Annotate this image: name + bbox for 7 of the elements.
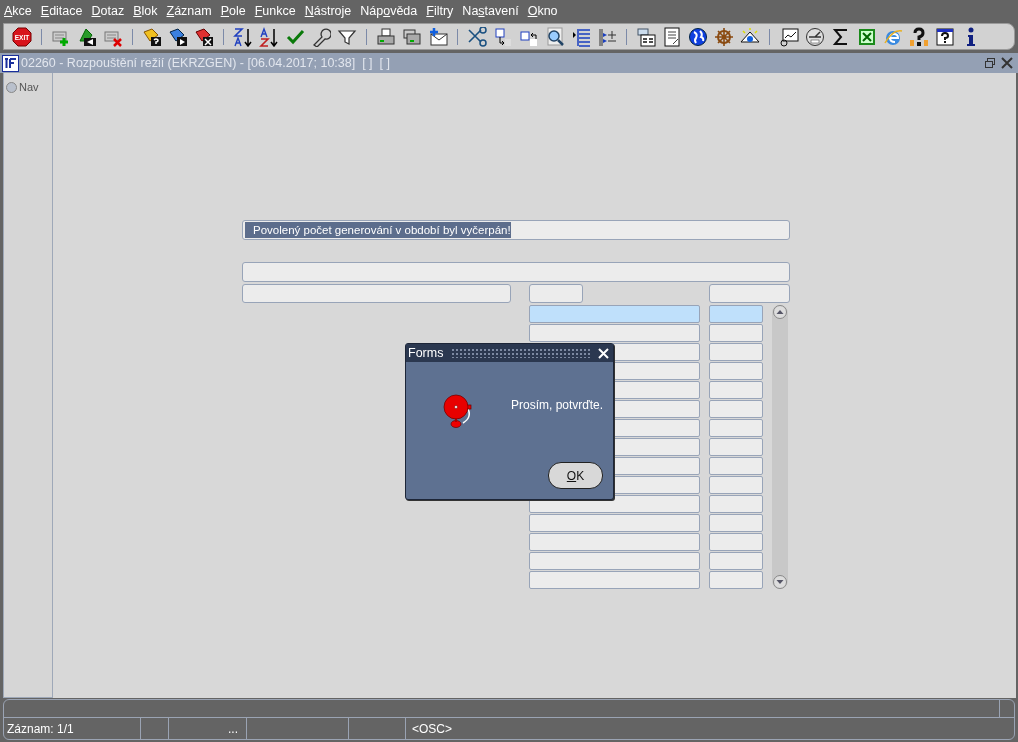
window-title: 02260 - Rozpouštění režií (EKRZGEN) - [06.04.2017; 10:38] [ ] [ ] <box>21 54 390 72</box>
mode-status: <OSC> <box>412 721 453 736</box>
record-status: Záznam: 1/1 <box>7 720 74 738</box>
message-text: Povolený počet generování v období byl vyčerpán! <box>245 222 511 238</box>
dialog-title: Forms <box>408 344 444 362</box>
status-text: ... <box>228 720 238 738</box>
dialog-message: Prosím, potvrďte. <box>511 397 604 414</box>
